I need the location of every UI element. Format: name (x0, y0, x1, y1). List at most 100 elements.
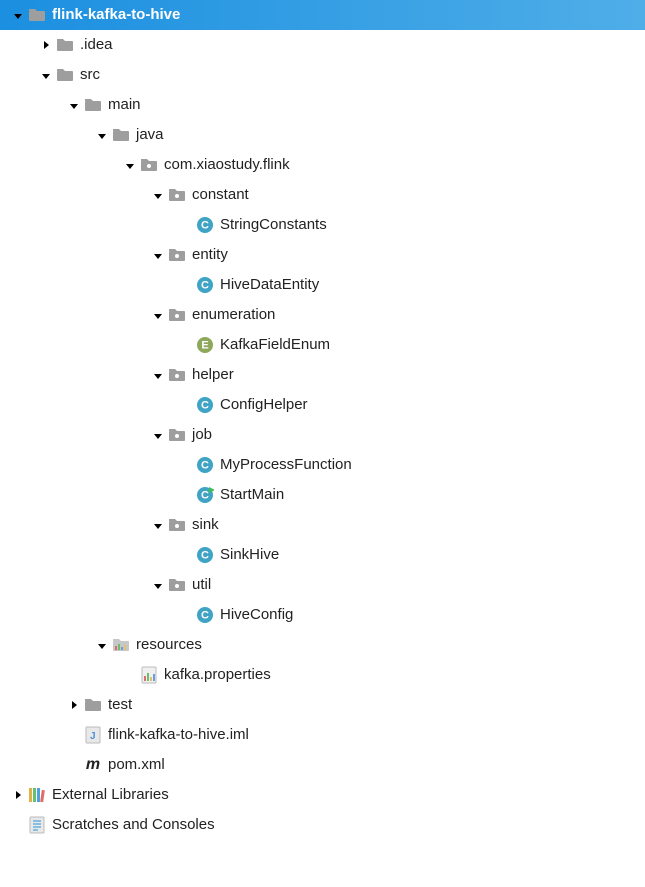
class-icon (196, 606, 214, 624)
tree-item-enumeration[interactable]: enumeration (0, 300, 645, 330)
tree-item-label: .idea (80, 36, 113, 54)
libraries-icon (28, 786, 46, 804)
source-folder-icon (112, 126, 130, 144)
folder-icon (84, 696, 102, 714)
tree-item-helper[interactable]: helper (0, 360, 645, 390)
tree-item-entity[interactable]: entity (0, 240, 645, 270)
tree-item-kafka-field-enum[interactable]: KafkaFieldEnum (0, 330, 645, 360)
package-icon (168, 186, 186, 204)
package-icon (168, 366, 186, 384)
tree-item-label: constant (192, 186, 249, 204)
tree-item-label: src (80, 66, 100, 84)
folder-icon (28, 6, 46, 24)
chevron-down-icon[interactable] (150, 307, 166, 323)
tree-item-external-libraries[interactable]: External Libraries (0, 780, 645, 810)
tree-item-label: HiveDataEntity (220, 276, 319, 294)
chevron-right-icon[interactable] (10, 787, 26, 803)
resources-folder-icon (112, 636, 130, 654)
tree-item-java[interactable]: java (0, 120, 645, 150)
tree-item-label: resources (136, 636, 202, 654)
tree-item-src[interactable]: src (0, 60, 645, 90)
chevron-down-icon[interactable] (66, 97, 82, 113)
tree-item-label: job (192, 426, 212, 444)
folder-icon (56, 66, 74, 84)
tree-item-label: helper (192, 366, 234, 384)
maven-icon: m (84, 756, 102, 774)
tree-item-label: MyProcessFunction (220, 456, 352, 474)
package-icon (168, 576, 186, 594)
chevron-down-icon[interactable] (150, 517, 166, 533)
tree-item-string-constants[interactable]: StringConstants (0, 210, 645, 240)
chevron-down-icon[interactable] (150, 367, 166, 383)
package-icon (168, 306, 186, 324)
chevron-down-icon[interactable] (94, 637, 110, 653)
tree-item-label: StartMain (220, 486, 284, 504)
tree-item-root[interactable]: flink-kafka-to-hive (0, 0, 645, 30)
tree-item-test[interactable]: test (0, 690, 645, 720)
tree-item-label: util (192, 576, 211, 594)
tree-item-config-helper[interactable]: ConfigHelper (0, 390, 645, 420)
chevron-down-icon[interactable] (94, 127, 110, 143)
chevron-right-icon[interactable] (66, 697, 82, 713)
package-icon (140, 156, 158, 174)
tree-item-resources[interactable]: resources (0, 630, 645, 660)
tree-item-sink[interactable]: sink (0, 510, 645, 540)
tree-item-label: enumeration (192, 306, 275, 324)
tree-item-label: test (108, 696, 132, 714)
tree-item-sink-hive[interactable]: SinkHive (0, 540, 645, 570)
tree-item-job[interactable]: job (0, 420, 645, 450)
chevron-down-icon[interactable] (150, 187, 166, 203)
tree-item-label: SinkHive (220, 546, 279, 564)
tree-item-label: flink-kafka-to-hive (52, 6, 180, 24)
tree-item-start-main[interactable]: StartMain (0, 480, 645, 510)
tree-item-label: main (108, 96, 141, 114)
tree-item-label: KafkaFieldEnum (220, 336, 330, 354)
tree-item-label: StringConstants (220, 216, 327, 234)
project-tree: flink-kafka-to-hive .idea src main java … (0, 0, 645, 840)
tree-item-iml[interactable]: flink-kafka-to-hive.iml (0, 720, 645, 750)
class-icon (196, 276, 214, 294)
chevron-down-icon[interactable] (150, 577, 166, 593)
chevron-down-icon[interactable] (38, 67, 54, 83)
chevron-right-icon[interactable] (38, 37, 54, 53)
package-icon (168, 426, 186, 444)
tree-item-label: ConfigHelper (220, 396, 308, 414)
package-icon (168, 246, 186, 264)
chevron-down-icon[interactable] (150, 247, 166, 263)
tree-item-label: sink (192, 516, 219, 534)
tree-item-scratches[interactable]: Scratches and Consoles (0, 810, 645, 840)
tree-item-label: Scratches and Consoles (52, 816, 215, 834)
tree-item-label: HiveConfig (220, 606, 293, 624)
tree-item-label: com.xiaostudy.flink (164, 156, 290, 174)
tree-item-constant[interactable]: constant (0, 180, 645, 210)
class-icon (196, 216, 214, 234)
class-icon (196, 546, 214, 564)
enum-icon (196, 336, 214, 354)
folder-icon (84, 96, 102, 114)
iml-file-icon (84, 726, 102, 744)
tree-item-label: entity (192, 246, 228, 264)
tree-item-kafka-properties[interactable]: kafka.properties (0, 660, 645, 690)
properties-file-icon (140, 666, 158, 684)
tree-item-label: kafka.properties (164, 666, 271, 684)
folder-icon (56, 36, 74, 54)
tree-item-label: java (136, 126, 164, 144)
chevron-down-icon[interactable] (10, 7, 26, 23)
tree-item-label: flink-kafka-to-hive.iml (108, 726, 249, 744)
tree-item-main[interactable]: main (0, 90, 645, 120)
tree-item-hive-data-entity[interactable]: HiveDataEntity (0, 270, 645, 300)
chevron-down-icon[interactable] (150, 427, 166, 443)
tree-item-pom[interactable]: m pom.xml (0, 750, 645, 780)
tree-item-label: pom.xml (108, 756, 165, 774)
package-icon (168, 516, 186, 534)
chevron-down-icon[interactable] (122, 157, 138, 173)
scratches-icon (28, 816, 46, 834)
tree-item-util[interactable]: util (0, 570, 645, 600)
tree-item-package[interactable]: com.xiaostudy.flink (0, 150, 645, 180)
runnable-class-icon (196, 486, 214, 504)
tree-item-hive-config[interactable]: HiveConfig (0, 600, 645, 630)
tree-item-idea[interactable]: .idea (0, 30, 645, 60)
tree-item-label: External Libraries (52, 786, 169, 804)
class-icon (196, 456, 214, 474)
tree-item-my-process-function[interactable]: MyProcessFunction (0, 450, 645, 480)
